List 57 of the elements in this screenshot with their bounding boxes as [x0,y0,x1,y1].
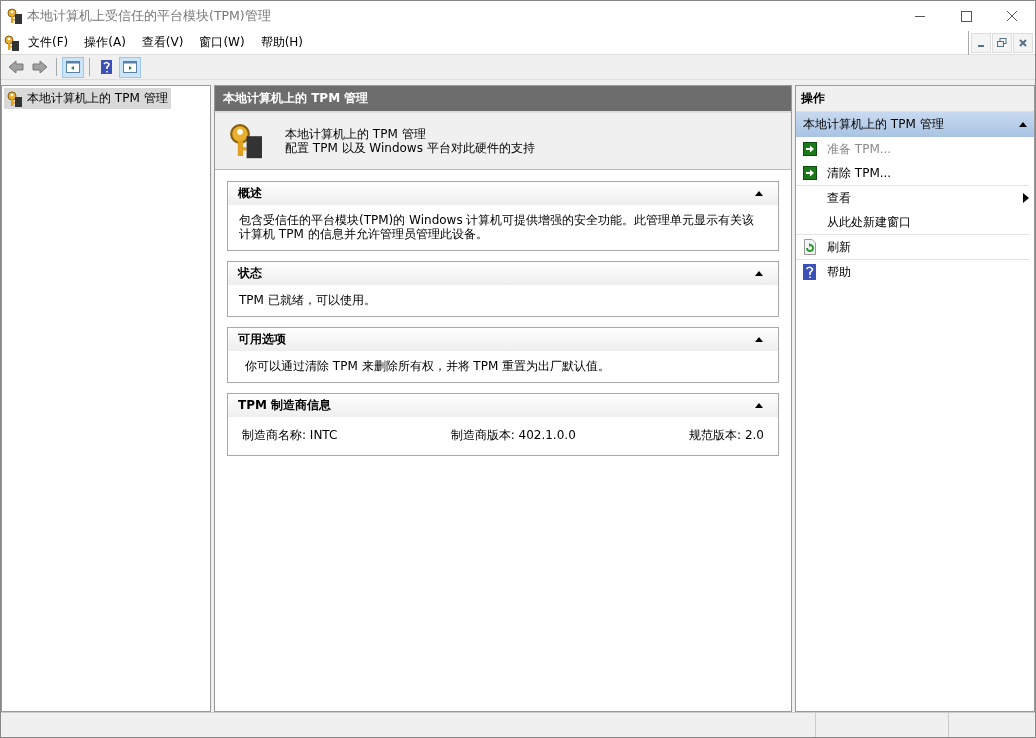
section-title: 可用选项 [238,331,286,348]
collapse-icon[interactable] [754,269,764,278]
intro-subtitle: 配置 TPM 以及 Windows 平台对此硬件的支持 [285,141,535,155]
action-label: 清除 TPM... [827,164,893,182]
pane-button[interactable] [119,56,141,78]
restore-icon[interactable] [992,32,1012,53]
minimize-icon[interactable] [971,32,991,53]
menu-item[interactable]: 窗口(W) [191,32,253,53]
collapse-icon[interactable] [754,189,764,198]
pane-button[interactable] [62,56,84,78]
close-icon[interactable] [1013,32,1033,53]
action-item[interactable]: 清除 TPM... [796,161,1029,186]
key-chip-icon [4,34,20,51]
key-chip-icon [229,123,265,159]
key-chip-icon [7,90,23,107]
action-label: 帮助 [827,263,852,281]
pane-icon [122,59,138,75]
section-title: 状态 [238,265,262,282]
menu-item[interactable]: 操作(A) [76,32,134,53]
section-text: 包含受信任的平台模块(TPM)的 Windows 计算机可提供增强的安全功能。此管理单元显示有关该计算机 TPM 的信息并允许管理员管理此设备。 [239,213,756,241]
action-group-header[interactable]: 本地计算机上的 TPM 管理 [796,112,1034,137]
collapse-icon[interactable] [1018,120,1028,129]
action-label: 从此处新建窗口 [827,213,912,231]
section-text: 你可以通过清除 TPM 来删除所有权，并将 TPM 重置为出厂默认值。 [244,359,612,373]
intro-title: 本地计算机上的 TPM 管理 [285,127,427,141]
window-title: 本地计算机上受信任的平台模块(TPM)管理 [27,7,272,25]
help-icon [98,59,114,75]
pane-icon [65,59,81,75]
action-label: 查看 [827,189,852,207]
arrow-icon [803,142,817,156]
forward-arrow-icon [32,59,48,75]
action-label: 准备 TPM... [827,140,893,158]
help-icon [803,264,816,280]
menu-item[interactable]: 帮助(H) [252,32,312,53]
action-item[interactable]: 帮助 [796,260,1029,284]
tree-item[interactable]: 本地计算机上的 TPM 管理 [4,88,171,109]
info-field: 规范版本: 2.0 [689,427,764,444]
info-field: 制造商版本: 402.1.0.0 [450,427,576,444]
section-title: TPM 制造商信息 [238,397,332,414]
action-label: 刷新 [827,238,852,256]
collapse-icon[interactable] [754,335,764,344]
arrow-icon [803,166,817,180]
menu-item[interactable]: 文件(F) [20,32,77,53]
pane-header: 本地计算机上的 TPM 管理 [215,86,791,111]
refresh-icon [803,239,817,255]
pane-header: 操作 [796,86,1034,112]
key-chip-icon [7,8,23,24]
action-item[interactable]: 刷新 [796,235,1029,260]
section-text: TPM 已就绪，可以使用。 [239,293,377,307]
menu-item[interactable]: 查看(V) [133,32,192,53]
action-item[interactable]: 从此处新建窗口 [796,210,1029,235]
back-arrow-icon [8,59,24,75]
info-field: 制造商名称: INTC [242,427,338,444]
action-group-title: 本地计算机上的 TPM 管理 [803,116,944,133]
collapse-icon[interactable] [754,401,764,410]
section-title: 概述 [238,185,262,202]
action-item[interactable]: 查看 [796,186,1029,210]
